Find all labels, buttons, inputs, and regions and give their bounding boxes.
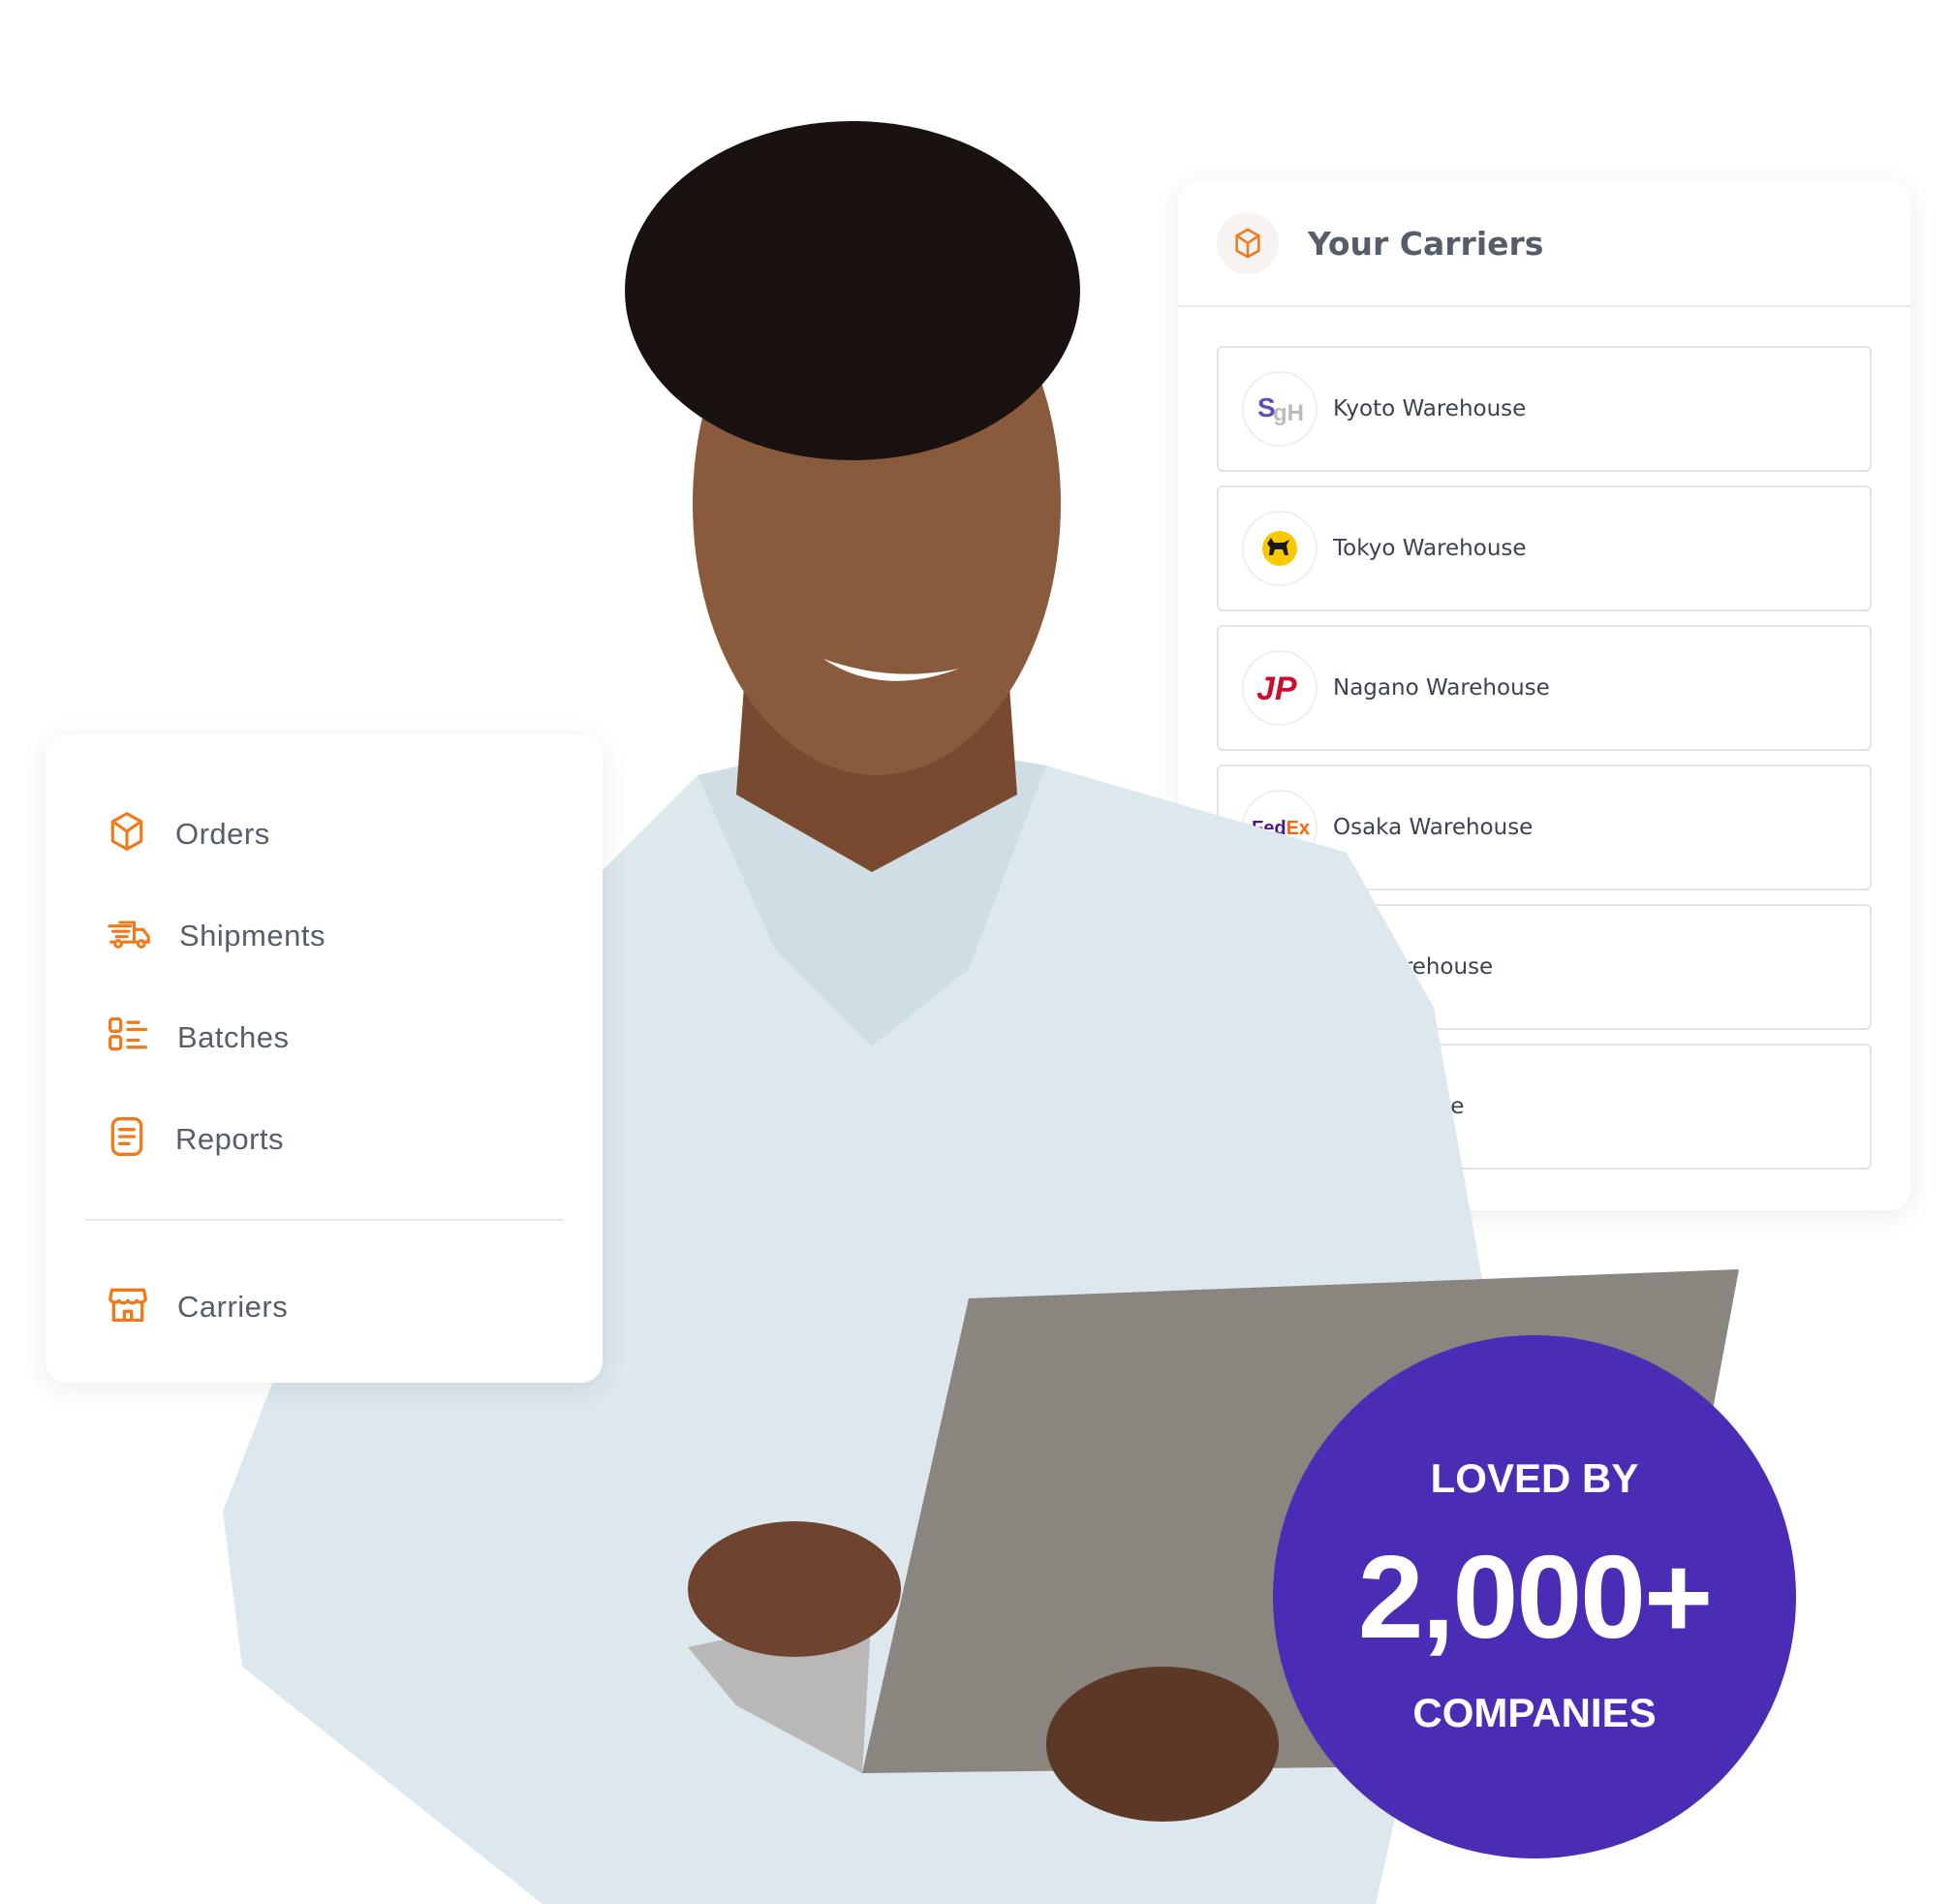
store-icon [106, 1283, 150, 1330]
sidebar-item-label: Orders [175, 816, 270, 851]
truck-icon [106, 912, 152, 959]
sidebar-item-reports[interactable]: Reports [46, 1088, 603, 1190]
document-icon [106, 1115, 148, 1163]
badge-line1: LOVED BY [1430, 1455, 1639, 1501]
sidebar-item-label: Batches [177, 1019, 290, 1054]
sidebar-item-orders[interactable]: Orders [46, 783, 603, 885]
badge-count: 2,000+ [1357, 1531, 1714, 1663]
box-icon [106, 810, 148, 858]
badge-line3: COMPANIES [1412, 1690, 1657, 1735]
sidebar-item-shipments[interactable]: Shipments [46, 885, 603, 986]
sidebar-item-carriers[interactable]: Carriers [46, 1256, 603, 1358]
sidebar-item-label: Carriers [177, 1289, 289, 1324]
sidebar-item-batches[interactable]: Batches [46, 986, 603, 1088]
sidebar-divider [84, 1219, 564, 1221]
sidebar-nav: Orders Shipments Batches Reports Carrier… [46, 734, 603, 1383]
list-icon [106, 1014, 150, 1061]
sidebar-item-label: Reports [175, 1121, 285, 1156]
sidebar-item-label: Shipments [179, 918, 326, 952]
companies-badge: LOVED BY 2,000+ COMPANIES [1273, 1335, 1796, 1858]
